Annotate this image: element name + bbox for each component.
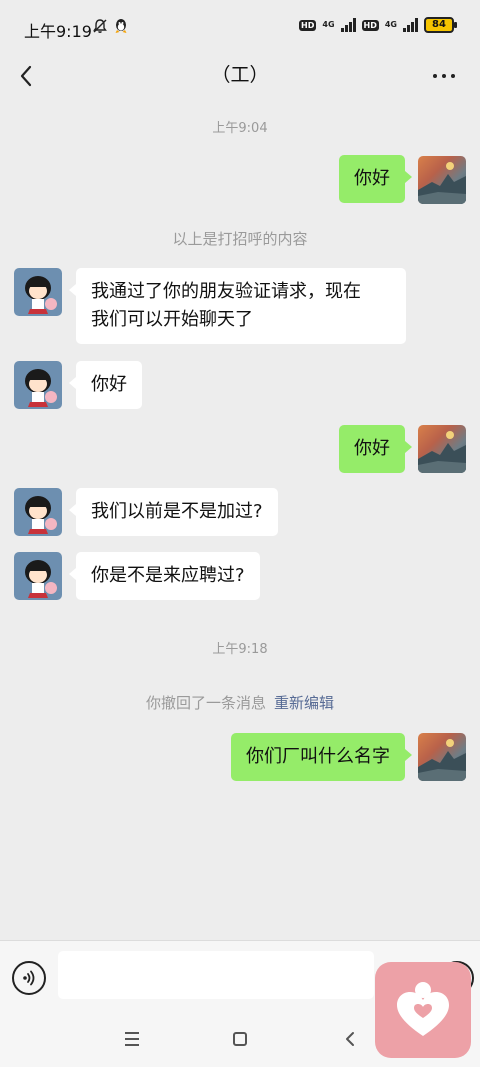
- message-input[interactable]: [58, 951, 374, 999]
- signal-icon: [340, 18, 356, 32]
- status-left-icons: [92, 18, 128, 38]
- voice-button[interactable]: [12, 961, 46, 995]
- more-dots-icon: [433, 74, 437, 78]
- landscape-avatar-icon: [418, 431, 466, 473]
- back-triangle-icon: [346, 1032, 354, 1046]
- signal-icon-2: [403, 18, 418, 32]
- contact-avatar[interactable]: [14, 552, 62, 600]
- re-edit-link[interactable]: 重新编辑: [274, 694, 334, 712]
- timestamp: 上午9:18: [212, 642, 268, 657]
- network-type: 4G: [322, 20, 335, 29]
- status-right-icons: HD 4G HD 4G 84: [299, 17, 457, 33]
- cartoon-girl-avatar-icon: [25, 496, 57, 534]
- chat-title: （工）: [211, 64, 269, 86]
- my-avatar[interactable]: [418, 156, 466, 204]
- cartoon-girl-avatar-icon: [25, 560, 57, 598]
- message-list[interactable]: 上午9:04 你好 以上是打招呼的内容 我通过了你的朋友验证请求，现在 我们可以…: [0, 100, 480, 940]
- landscape-avatar-icon: [418, 162, 466, 204]
- floating-heart-widget[interactable]: [375, 962, 471, 1058]
- my-avatar[interactable]: [418, 733, 466, 781]
- home-button[interactable]: [224, 1024, 256, 1054]
- message-line: 我通过了你的朋友验证请求，现在: [91, 281, 361, 302]
- contact-avatar[interactable]: [14, 361, 62, 409]
- outgoing-message[interactable]: 你好: [339, 425, 412, 473]
- heart-person-icon: [397, 982, 449, 1036]
- voice-input-icon: [23, 970, 35, 986]
- landscape-avatar-icon: [418, 739, 466, 781]
- status-bar: 上午9:19 HD 4G HD 4G 84: [0, 0, 480, 52]
- incoming-message[interactable]: 你是不是来应聘过?: [69, 552, 260, 600]
- outgoing-message[interactable]: 你们厂叫什么名字: [231, 733, 412, 781]
- incoming-message[interactable]: 你好: [69, 361, 142, 409]
- incoming-message[interactable]: 我通过了你的朋友验证请求，现在 我们可以开始聊天了: [69, 268, 406, 344]
- battery-icon: 84: [424, 17, 457, 33]
- incoming-message[interactable]: 我们以前是不是加过?: [69, 488, 278, 536]
- message-line: 我们可以开始聊天了: [91, 309, 253, 330]
- hd-badge-2: HD: [361, 19, 379, 31]
- cartoon-girl-avatar-icon: [25, 276, 57, 314]
- more-button[interactable]: [426, 60, 462, 92]
- cartoon-girl-avatar-icon: [25, 369, 57, 407]
- status-time: 上午9:19: [24, 22, 92, 41]
- qq-penguin-icon: [114, 18, 128, 38]
- system-back-button[interactable]: [334, 1024, 366, 1054]
- greeting-note: 以上是打招呼的内容: [172, 230, 308, 248]
- more-dot: [442, 74, 446, 78]
- back-button[interactable]: [14, 58, 50, 94]
- recent-apps-icon: [125, 1032, 139, 1046]
- mute-bell-icon: [92, 18, 108, 38]
- network-type-2: 4G: [384, 20, 397, 29]
- recent-apps-button[interactable]: [116, 1024, 148, 1054]
- chevron-left-icon: [20, 65, 32, 87]
- timestamp: 上午9:04: [212, 121, 268, 136]
- recall-text: 你撤回了一条消息: [145, 694, 266, 712]
- contact-avatar[interactable]: [14, 268, 62, 316]
- my-avatar[interactable]: [418, 425, 466, 473]
- home-icon: [233, 1032, 247, 1046]
- chat-header: （工）: [0, 52, 480, 100]
- recall-notice: 你撤回了一条消息 重新编辑: [0, 692, 480, 713]
- outgoing-message[interactable]: 你好: [339, 155, 412, 203]
- hd-badge: HD: [299, 19, 317, 31]
- contact-avatar[interactable]: [14, 488, 62, 536]
- more-dot: [451, 74, 455, 78]
